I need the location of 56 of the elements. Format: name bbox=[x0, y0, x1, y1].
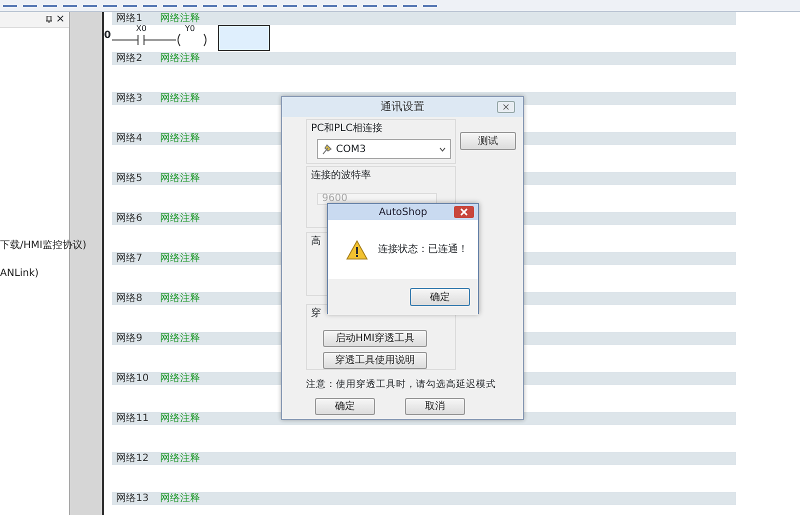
network-label: 网络2 bbox=[115, 54, 144, 64]
ok-button[interactable]: 确定 bbox=[410, 288, 470, 306]
group-label: 高 bbox=[311, 234, 321, 249]
network-comment: 网络注释 bbox=[160, 214, 200, 224]
tree-item[interactable]: ANLink) bbox=[0, 266, 39, 281]
network-comment: 网络注释 bbox=[160, 254, 200, 264]
message-text: 连接状态：已连通！ bbox=[378, 242, 468, 257]
network-label: 网络4 bbox=[115, 134, 144, 144]
close-icon[interactable] bbox=[454, 206, 474, 218]
baud-value: 9600 bbox=[322, 194, 348, 204]
contact-label: X0 bbox=[136, 23, 147, 35]
network-label: 网络12 bbox=[115, 454, 150, 464]
network-comment: 网络注释 bbox=[160, 14, 200, 24]
network-comment: 网络注释 bbox=[160, 454, 200, 464]
network-comment: 网络注释 bbox=[160, 134, 200, 144]
cancel-button[interactable]: 取消 bbox=[405, 398, 465, 416]
plug-icon bbox=[322, 143, 332, 155]
selection-cell[interactable] bbox=[218, 25, 270, 51]
network-label: 网络6 bbox=[115, 214, 144, 224]
group-label: 穿 bbox=[311, 306, 321, 321]
network-comment: 网络注释 bbox=[160, 334, 200, 344]
network-label: 网络13 bbox=[115, 494, 150, 504]
network-label: 网络8 bbox=[115, 294, 144, 304]
note-text: 注意：使用穿透工具时，请勾选高延迟模式 bbox=[306, 378, 497, 392]
network-label: 网络3 bbox=[115, 94, 144, 104]
network-label: 网络10 bbox=[115, 374, 150, 384]
ok-button[interactable]: 确定 bbox=[315, 398, 375, 416]
network-comment: 网络注释 bbox=[160, 414, 200, 424]
network-label: 网络9 bbox=[115, 334, 144, 344]
tool-button[interactable]: 启动HMI穿透工具 bbox=[323, 330, 427, 347]
network-label: 网络5 bbox=[115, 174, 144, 184]
network-comment: 网络注释 bbox=[160, 54, 200, 64]
network-label: 网络11 bbox=[115, 414, 150, 424]
tool-button[interactable]: 穿透工具使用说明 bbox=[323, 352, 427, 369]
step-number: 0 bbox=[104, 29, 111, 43]
network-comment: 网络注释 bbox=[160, 174, 200, 184]
coil-label: Y0 bbox=[185, 23, 195, 35]
warning-icon bbox=[346, 240, 368, 260]
dialog-title: 通讯设置 bbox=[380, 98, 424, 115]
group-label: PC和PLC相连接 bbox=[311, 122, 383, 136]
caret-icon bbox=[439, 146, 446, 152]
close-button[interactable]: × bbox=[56, 11, 65, 28]
network-comment: 网络注释 bbox=[160, 494, 200, 504]
network-comment: 网络注释 bbox=[160, 294, 200, 304]
network-comment: 网络注释 bbox=[160, 94, 200, 104]
test-button[interactable]: 测试 bbox=[460, 132, 516, 150]
message-box-title: AutoShop bbox=[378, 206, 428, 220]
tree-item[interactable]: 下载/HMI监控协议) bbox=[0, 238, 86, 253]
network-label: 网络7 bbox=[115, 254, 144, 264]
group-label: 连接的波特率 bbox=[311, 168, 371, 183]
network-comment: 网络注释 bbox=[160, 374, 200, 384]
close-icon[interactable] bbox=[497, 101, 515, 113]
pin-icon[interactable] bbox=[46, 16, 52, 23]
network-label: 网络1 bbox=[115, 14, 144, 24]
port-value: COM3 bbox=[336, 142, 366, 156]
port-dropdown[interactable]: COM3 bbox=[317, 139, 451, 159]
